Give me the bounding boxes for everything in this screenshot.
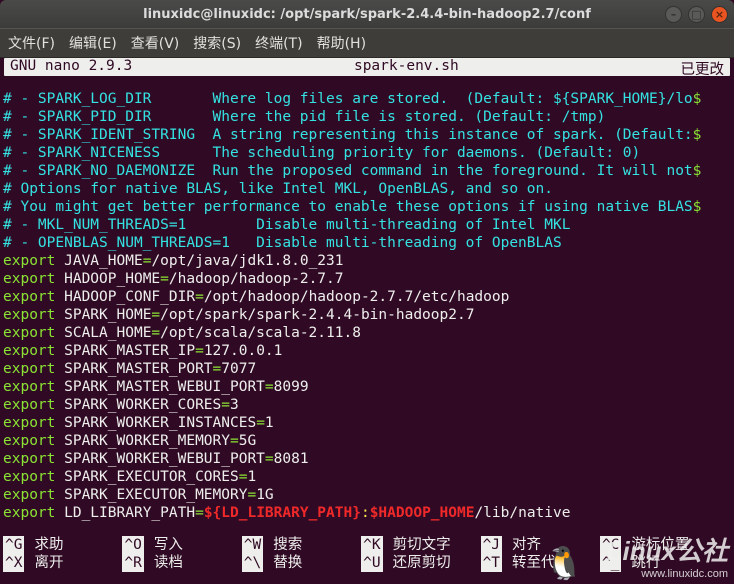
shortcut-key: ^_ xyxy=(600,554,621,572)
shortcut-label: 还原剪切 xyxy=(393,554,451,572)
shortcut-label: 游标位置 xyxy=(631,536,689,554)
shortcut-key: ^O xyxy=(122,536,143,554)
code-line: # - SPARK_PID_DIR Where the pid file is … xyxy=(3,108,731,126)
shortcut-label: 离开 xyxy=(34,554,63,572)
code-line: export SPARK_HOME=/opt/spark/spark-2.4.4… xyxy=(3,306,731,324)
shortcut-key: ^W xyxy=(242,536,263,554)
code-line: # - SPARK_IDENT_STRING A string represen… xyxy=(3,126,731,144)
window-titlebar: linuxidc@linuxidc: /opt/spark/spark-2.4.… xyxy=(0,0,734,28)
shortcut-item: ^K 剪切文字 xyxy=(361,536,480,554)
shortcut-item: ^_ 跳行 xyxy=(600,554,719,572)
shortcut-key: ^\ xyxy=(242,554,263,572)
shortcut-item: ^X 离开 xyxy=(3,554,122,572)
code-line: export SPARK_WORKER_INSTANCES=1 xyxy=(3,414,731,432)
menu-file[interactable]: 文件(F) xyxy=(8,33,55,53)
shortcut-item: ^U 还原剪切 xyxy=(361,554,480,572)
nano-version: GNU nano 2.9.3 xyxy=(4,58,132,76)
code-line: export SPARK_MASTER_WEBUI_PORT=8099 xyxy=(3,378,731,396)
shortcut-label: 搜索 xyxy=(273,536,302,554)
maximize-button[interactable]: □ xyxy=(688,6,705,23)
code-line: export SPARK_EXECUTOR_MEMORY=1G xyxy=(3,486,731,504)
menu-edit[interactable]: 编辑(E) xyxy=(69,33,117,53)
shortcut-label: 对齐 xyxy=(512,536,541,554)
code-line: # - MKL_NUM_THREADS=1 Disable multi-thre… xyxy=(3,216,731,234)
code-line: export SPARK_WORKER_WEBUI_PORT=8081 xyxy=(3,450,731,468)
code-line: # - SPARK_NICENESS The scheduling priori… xyxy=(3,144,731,162)
code-line: export SPARK_MASTER_PORT=7077 xyxy=(3,360,731,378)
nano-filename: spark-env.sh xyxy=(132,58,680,76)
editor-content[interactable]: # - SPARK_LOG_DIR Where log files are st… xyxy=(0,90,734,522)
shortcut-key: ^U xyxy=(361,554,382,572)
nano-status: 已更改 xyxy=(681,58,731,76)
code-line: # You might get better performance to en… xyxy=(3,198,731,216)
minimize-button[interactable]: – xyxy=(665,6,682,23)
code-line: # - OPENBLAS_NUM_THREADS=1 Disable multi… xyxy=(3,234,731,252)
code-line: export SPARK_EXECUTOR_CORES=1 xyxy=(3,468,731,486)
code-line: # Options for native BLAS, like Intel MK… xyxy=(3,180,731,198)
menu-bar: 文件(F) 编辑(E) 查看(V) 搜索(S) 终端(T) 帮助(H) xyxy=(0,28,734,58)
shortcut-item: ^C 游标位置 xyxy=(600,536,719,554)
tux-icon: 🐧 xyxy=(544,544,584,582)
shortcut-label: 求助 xyxy=(34,536,63,554)
shortcut-key: ^X xyxy=(3,554,24,572)
window-title: linuxidc@linuxidc: /opt/spark/spark-2.4.… xyxy=(143,7,591,22)
code-line: # - SPARK_LOG_DIR Where log files are st… xyxy=(3,90,731,108)
menu-terminal[interactable]: 终端(T) xyxy=(255,33,302,53)
code-line: export JAVA_HOME=/opt/java/jdk1.8.0_231 xyxy=(3,252,731,270)
menu-view[interactable]: 查看(V) xyxy=(131,33,180,53)
shortcut-label: 剪切文字 xyxy=(393,536,451,554)
shortcut-item: ^O 写入 xyxy=(122,536,241,554)
code-line: export SPARK_MASTER_IP=127.0.0.1 xyxy=(3,342,731,360)
close-button[interactable]: × xyxy=(711,6,728,23)
code-line: export LD_LIBRARY_PATH=${LD_LIBRARY_PATH… xyxy=(3,504,731,522)
shortcut-item: ^R 读档 xyxy=(122,554,241,572)
shortcut-label: 跳行 xyxy=(631,554,660,572)
menu-help[interactable]: 帮助(H) xyxy=(317,33,366,53)
shortcut-label: 替换 xyxy=(273,554,302,572)
code-line: export SPARK_WORKER_MEMORY=5G xyxy=(3,432,731,450)
shortcut-key: ^K xyxy=(361,536,382,554)
nano-shortcuts: ^G 求助 ^O 写入 ^W 搜索 ^K 剪切文字 ^J 对齐 ^C 游标位置 ^X 离开 ^R 读档 ^\ 替换… xyxy=(0,532,734,572)
code-line: export SPARK_WORKER_CORES=3 xyxy=(3,396,731,414)
code-line: export HADOOP_HOME=/hadoop/hadoop-2.7.7 xyxy=(3,270,731,288)
shortcut-key: ^R xyxy=(122,554,143,572)
shortcut-item: ^G 求助 xyxy=(3,536,122,554)
shortcut-key: ^T xyxy=(481,554,502,572)
shortcut-label: 写入 xyxy=(154,536,183,554)
shortcut-label: 读档 xyxy=(154,554,183,572)
shortcut-key: ^G xyxy=(3,536,24,554)
code-line: # - SPARK_NO_DAEMONIZE Run the proposed … xyxy=(3,162,731,180)
shortcut-item: ^\ 替换 xyxy=(242,554,361,572)
menu-search[interactable]: 搜索(S) xyxy=(193,33,241,53)
window-controls: – □ × xyxy=(665,6,728,23)
nano-header: GNU nano 2.9.3 spark-env.sh 已更改 xyxy=(4,58,730,76)
shortcut-item: ^W 搜索 xyxy=(242,536,361,554)
code-line: export SCALA_HOME=/opt/scala/scala-2.11.… xyxy=(3,324,731,342)
code-line: export HADOOP_CONF_DIR=/opt/hadoop/hadoo… xyxy=(3,288,731,306)
shortcut-key: ^C xyxy=(600,536,621,554)
shortcut-key: ^J xyxy=(481,536,502,554)
